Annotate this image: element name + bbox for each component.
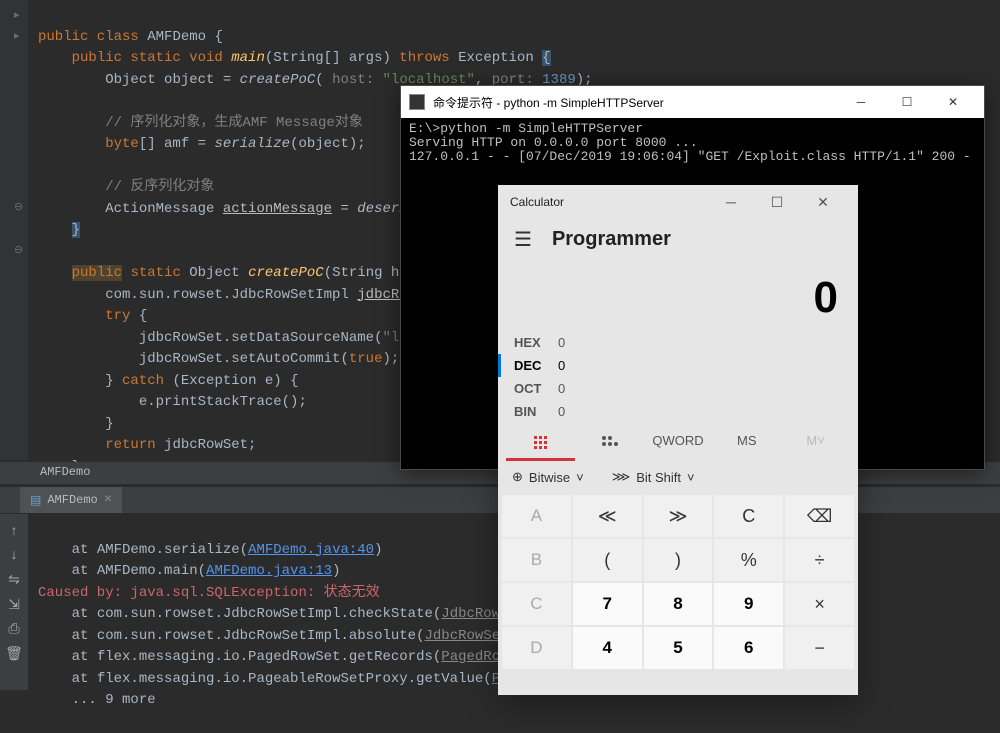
key-5[interactable]: 5 bbox=[644, 627, 713, 669]
bits-icon bbox=[600, 434, 618, 450]
base-oct[interactable]: OCT0 bbox=[514, 377, 842, 400]
base-hex[interactable]: HEX0 bbox=[514, 331, 842, 354]
console-toolbar: ↑ ↓ ⇋ ⇲ ⎙ 🗑 bbox=[0, 514, 28, 690]
key-rparen[interactable]: ) bbox=[644, 539, 713, 581]
key-lshift[interactable]: ≪ bbox=[573, 495, 642, 537]
close-icon[interactable]: × bbox=[104, 492, 112, 508]
bitwise-icon: ⊕ bbox=[512, 469, 523, 485]
bitshift-dropdown[interactable]: ⋙ Bit Shift ˅ bbox=[612, 469, 695, 485]
maximize-button[interactable]: ☐ bbox=[884, 95, 930, 109]
trash-icon[interactable]: 🗑 bbox=[5, 646, 23, 663]
key-percent[interactable]: % bbox=[714, 539, 783, 581]
key-backspace[interactable]: ⌫ bbox=[785, 495, 854, 537]
tab-keypad[interactable] bbox=[506, 427, 575, 461]
calc-keypad: A ≪ ≫ C ⌫ B ( ) % ÷ C 7 8 9 × D 4 5 6 − bbox=[498, 493, 858, 671]
close-button[interactable]: ✕ bbox=[800, 194, 846, 211]
tab-ms[interactable]: MS bbox=[712, 427, 781, 461]
key-7[interactable]: 7 bbox=[573, 583, 642, 625]
key-lparen[interactable]: ( bbox=[573, 539, 642, 581]
key-9[interactable]: 9 bbox=[714, 583, 783, 625]
calc-view-tabs: QWORD MS M˅ bbox=[498, 423, 858, 461]
key-b[interactable]: B bbox=[502, 539, 571, 581]
chevron-down-icon: ˅ bbox=[576, 470, 584, 485]
tab-label: AMFDemo bbox=[47, 493, 97, 507]
keypad-icon bbox=[532, 434, 548, 450]
run-tab[interactable]: ▤ AMFDemo × bbox=[20, 487, 122, 513]
key-subtract[interactable]: − bbox=[785, 627, 854, 669]
key-clear[interactable]: C bbox=[714, 495, 783, 537]
base-dec[interactable]: DEC0 bbox=[498, 354, 842, 377]
key-c[interactable]: C bbox=[502, 583, 571, 625]
key-6[interactable]: 6 bbox=[714, 627, 783, 669]
minimize-button[interactable]: ─ bbox=[708, 194, 754, 210]
tab-m[interactable]: M˅ bbox=[781, 427, 850, 461]
calc-display: 0 bbox=[498, 259, 858, 331]
key-4[interactable]: 4 bbox=[573, 627, 642, 669]
cmd-titlebar[interactable]: 命令提示符 - python -m SimpleHTTPServer ─ ☐ ✕ bbox=[401, 86, 984, 118]
calc-bases: HEX0 DEC0 OCT0 BIN0 bbox=[498, 331, 858, 423]
bitwise-dropdown[interactable]: ⊕ Bitwise ˅ bbox=[512, 469, 584, 485]
calc-title-text: Calculator bbox=[510, 195, 564, 209]
tab-icon: ▤ bbox=[30, 493, 41, 508]
gutter-fold-icon[interactable]: ⊖ bbox=[14, 200, 24, 210]
tab-qword[interactable]: QWORD bbox=[644, 427, 713, 461]
calc-mode: Programmer bbox=[552, 228, 671, 251]
calc-titlebar[interactable]: Calculator ─ ☐ ✕ bbox=[498, 185, 858, 219]
tab-bits[interactable] bbox=[575, 427, 644, 461]
export-icon[interactable]: ⇲ bbox=[8, 597, 20, 614]
down-icon[interactable]: ↓ bbox=[10, 548, 18, 564]
minimize-button[interactable]: ─ bbox=[838, 95, 884, 109]
close-button[interactable]: ✕ bbox=[930, 95, 976, 109]
editor-gutter: ▸ ▸ ⊖ ⊖ bbox=[0, 0, 28, 460]
calculator-window: Calculator ─ ☐ ✕ ☰ Programmer 0 HEX0 DEC… bbox=[498, 185, 858, 695]
up-icon[interactable]: ↑ bbox=[10, 524, 18, 540]
maximize-button[interactable]: ☐ bbox=[754, 194, 800, 211]
cmd-title-text: 命令提示符 - python -m SimpleHTTPServer bbox=[433, 94, 664, 111]
cmd-output[interactable]: E:\>python -m SimpleHTTPServer Serving H… bbox=[401, 118, 984, 168]
wrap-icon[interactable]: ⇋ bbox=[8, 572, 20, 589]
cmd-icon bbox=[409, 94, 425, 110]
print-icon[interactable]: ⎙ bbox=[8, 622, 19, 638]
chevron-down-icon: ˅ bbox=[687, 470, 695, 485]
key-8[interactable]: 8 bbox=[644, 583, 713, 625]
hamburger-icon[interactable]: ☰ bbox=[514, 227, 532, 252]
key-d[interactable]: D bbox=[502, 627, 571, 669]
gutter-run-icon[interactable]: ▸ bbox=[14, 8, 24, 18]
key-rshift[interactable]: ≫ bbox=[644, 495, 713, 537]
shift-icon: ⋙ bbox=[612, 469, 631, 485]
calc-bit-ops: ⊕ Bitwise ˅ ⋙ Bit Shift ˅ bbox=[498, 461, 858, 493]
calc-header: ☰ Programmer bbox=[498, 219, 858, 259]
gutter-fold-icon[interactable]: ⊖ bbox=[14, 243, 24, 253]
key-multiply[interactable]: × bbox=[785, 583, 854, 625]
gutter-run-icon[interactable]: ▸ bbox=[14, 29, 24, 39]
base-bin[interactable]: BIN0 bbox=[514, 400, 842, 423]
key-a[interactable]: A bbox=[502, 495, 571, 537]
key-divide[interactable]: ÷ bbox=[785, 539, 854, 581]
